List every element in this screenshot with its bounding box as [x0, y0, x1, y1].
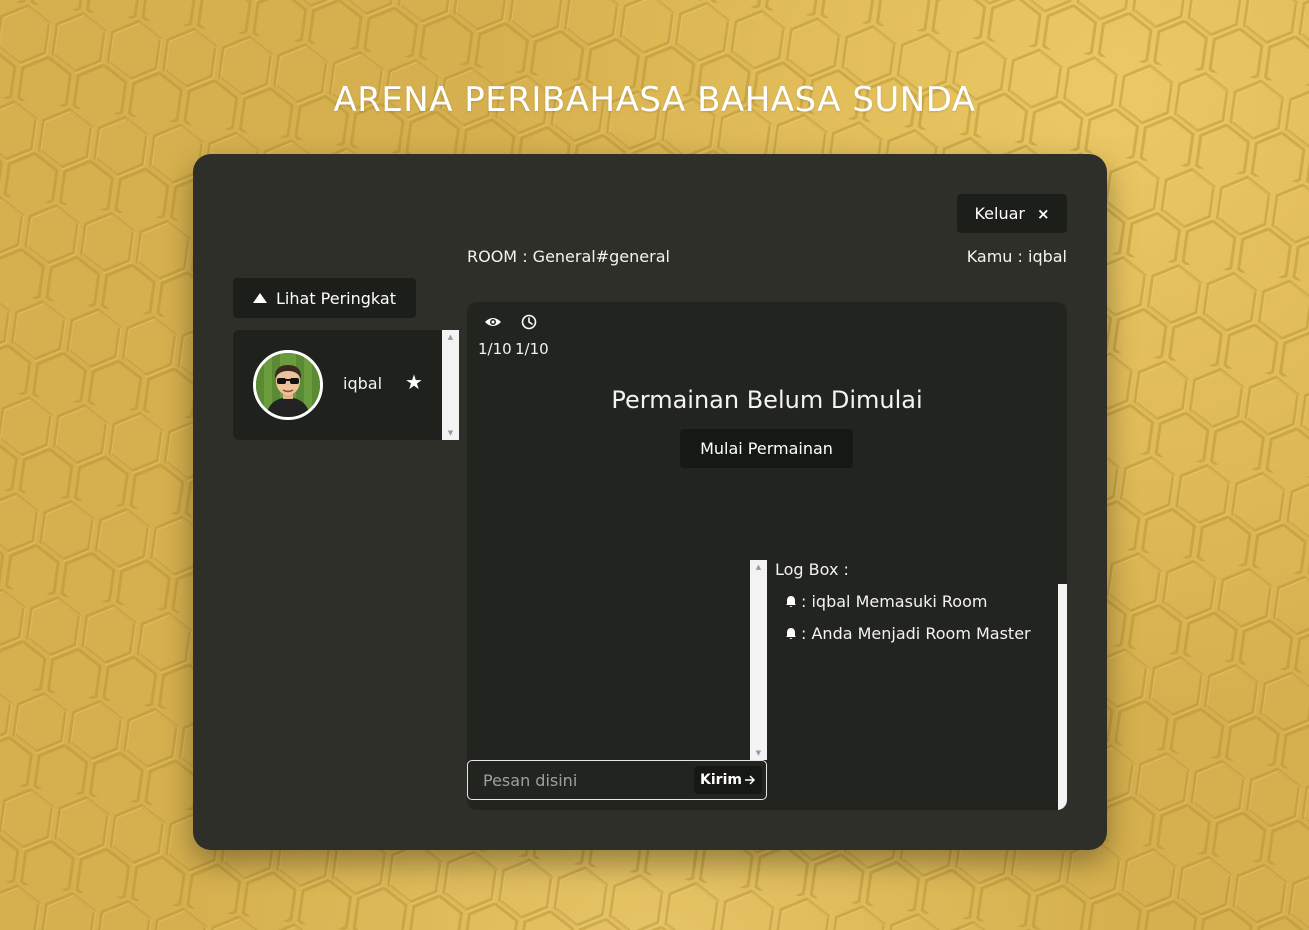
- arrow-right-icon: [744, 775, 756, 785]
- chat-box: ▲ ▼ Kirim: [467, 560, 767, 810]
- chat-message-input[interactable]: [483, 769, 683, 791]
- player-list-scrollbar[interactable]: ▲ ▼: [442, 330, 459, 440]
- log-entry: : Anda Menjadi Room Master: [785, 624, 1031, 643]
- log-box: Log Box : : iqbal Memasuki Room : Anda M…: [767, 560, 1067, 810]
- room-info: ROOM : General#general: [467, 247, 670, 266]
- bell-icon: [786, 596, 796, 607]
- chat-input-container: Kirim: [467, 760, 767, 800]
- avatar: [253, 350, 323, 420]
- log-entry-text: : Anda Menjadi Room Master: [801, 624, 1031, 643]
- views-count: 1/10: [478, 340, 512, 358]
- send-button[interactable]: Kirim: [694, 766, 762, 794]
- chat-scrollbar[interactable]: ▲ ▼: [750, 560, 767, 760]
- clock-icon: [521, 314, 537, 330]
- exit-button-label: Keluar: [974, 204, 1025, 223]
- exit-button[interactable]: Keluar ×: [957, 194, 1067, 233]
- view-ranking-label: Lihat Peringkat: [276, 288, 396, 308]
- current-user-info: Kamu : iqbal: [966, 247, 1067, 266]
- time-count: 1/10: [515, 340, 549, 358]
- scroll-up-arrow[interactable]: ▲: [442, 332, 459, 342]
- page-title: ARENA PERIBAHASA BAHASA SUNDA: [333, 80, 976, 120]
- scroll-down-arrow[interactable]: ▼: [750, 748, 767, 758]
- log-entry: : iqbal Memasuki Room: [785, 592, 987, 611]
- scroll-up-arrow[interactable]: ▲: [750, 562, 767, 572]
- player-list: iqbal ★ ▲ ▼: [233, 330, 459, 440]
- log-entry-text: : iqbal Memasuki Room: [801, 592, 988, 611]
- view-ranking-button[interactable]: Lihat Peringkat: [233, 278, 416, 318]
- game-area: 1/10 1/10 Permainan Belum Dimulai Mulai …: [467, 302, 1067, 810]
- send-button-label: Kirim: [700, 772, 742, 788]
- avatar-image: [256, 353, 320, 417]
- scroll-down-arrow[interactable]: ▼: [442, 428, 459, 438]
- game-status: Permainan Belum Dimulai: [611, 386, 923, 414]
- player-name: iqbal: [343, 374, 383, 393]
- star-icon: ★: [405, 370, 423, 394]
- close-icon: ×: [1036, 204, 1050, 223]
- bell-icon: [786, 628, 796, 639]
- log-box-title: Log Box :: [775, 560, 849, 579]
- game-panel: Keluar × ROOM : General#general Kamu : i…: [193, 154, 1107, 850]
- log-scrollbar[interactable]: [1058, 584, 1067, 810]
- eye-icon: [485, 318, 501, 326]
- triangle-up-icon: [253, 293, 268, 303]
- player-card: iqbal ★: [233, 330, 442, 440]
- start-game-button[interactable]: Mulai Permainan: [680, 429, 853, 468]
